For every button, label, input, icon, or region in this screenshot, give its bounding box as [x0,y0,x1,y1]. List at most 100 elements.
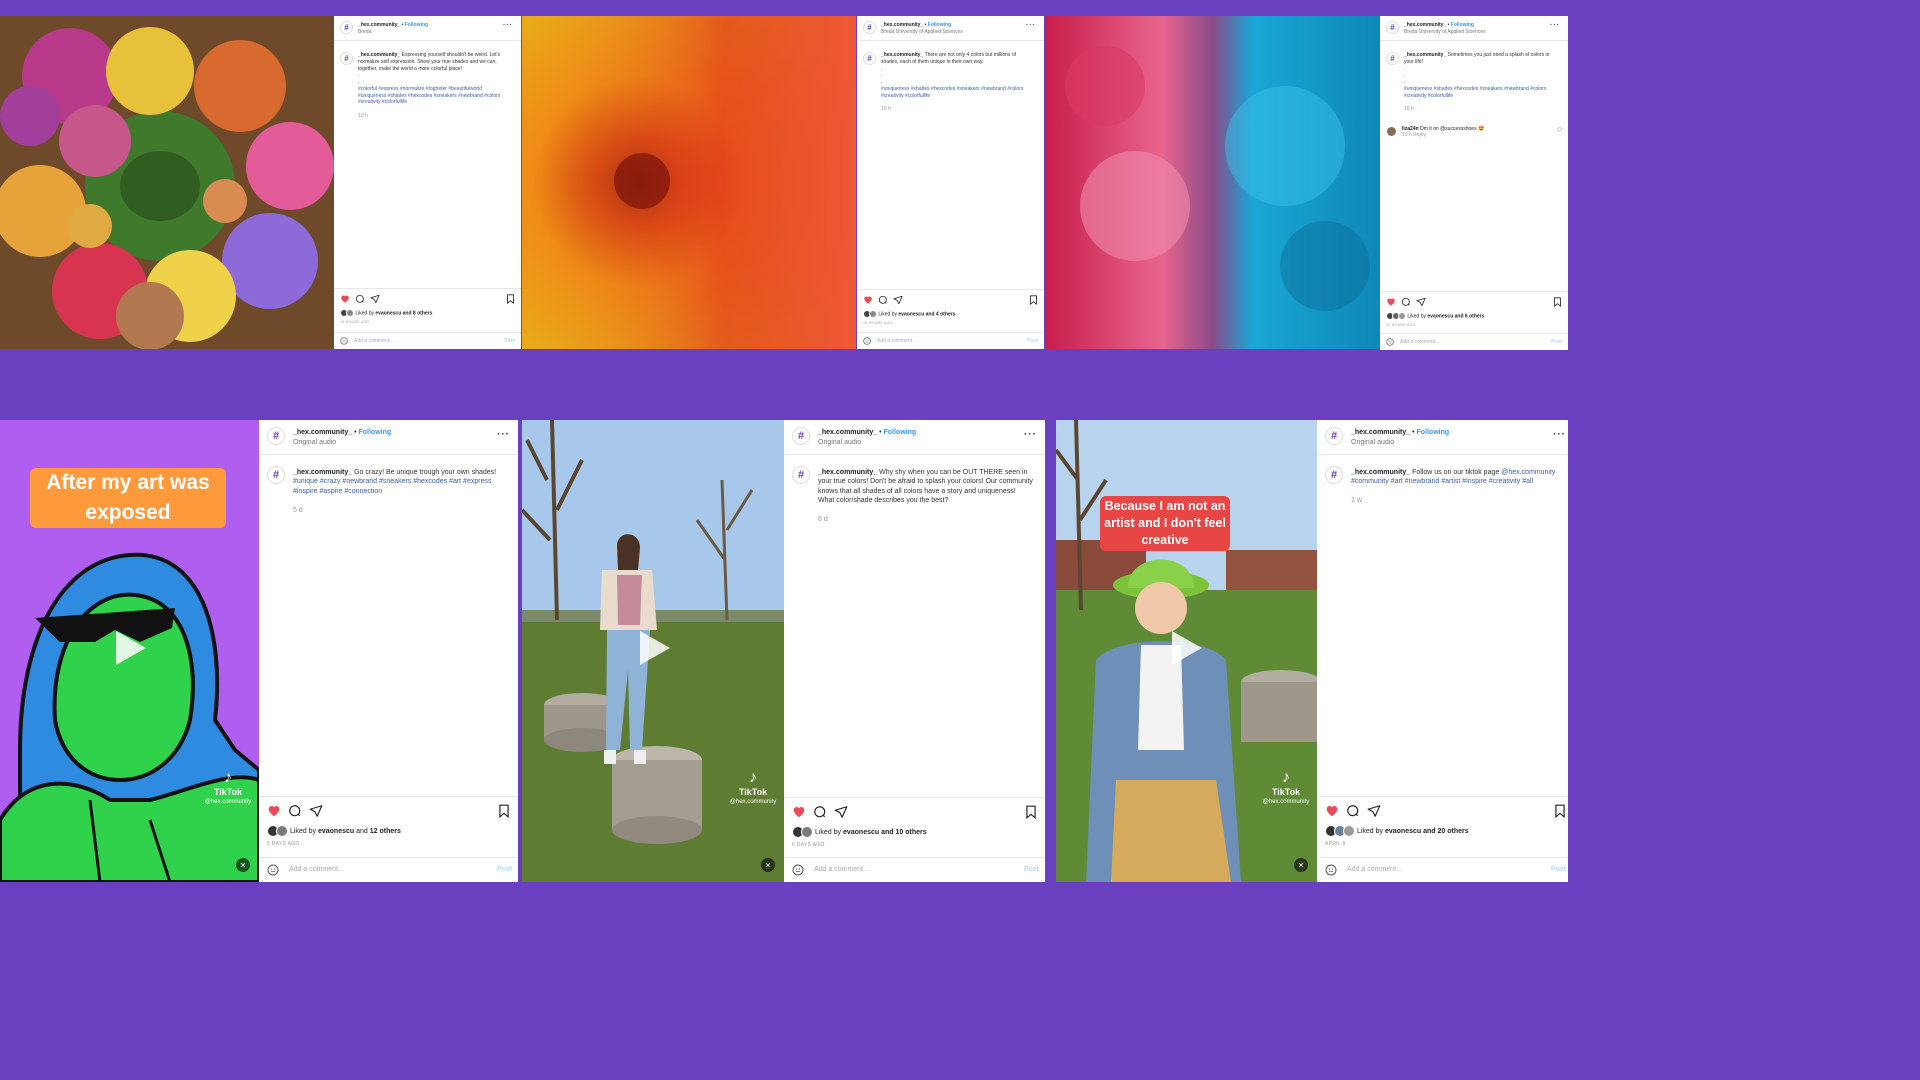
mute-icon[interactable]: ✕ [1294,858,1308,872]
comment-icon[interactable] [288,804,302,818]
post-location[interactable]: Breda University of Applied Sciences [881,29,963,35]
following-button[interactable]: Following [928,22,951,28]
bookmark-icon[interactable] [506,294,515,304]
bookmark-icon[interactable] [1554,804,1566,818]
audio-label[interactable]: Original audio [818,439,861,446]
more-options-icon[interactable]: ··· [497,429,510,440]
post-hashtags[interactable]: #uniqueness #shades #hexcodes #sneakers … [881,86,1023,99]
video-art-exposed[interactable]: After my art was exposed ♪ TikTok @hex.c… [0,420,259,882]
brand-avatar[interactable]: # [1325,427,1343,445]
heart-icon[interactable] [1386,297,1396,307]
post-username[interactable]: _hex.community_ [881,22,923,28]
brand-avatar[interactable]: # [340,21,353,34]
emoji-icon[interactable] [863,337,871,345]
post-username[interactable]: _hex.community_ [1404,22,1446,28]
post-comment-button[interactable]: Post [1027,338,1038,344]
reply-link[interactable]: Reply [1413,132,1426,138]
audio-label[interactable]: Original audio [1351,439,1394,446]
likes-summary[interactable]: Liked by evaonescu and 6 others [1386,312,1484,320]
post-hashtags[interactable]: #colorful #express #normalize #togheter … [358,86,500,106]
post-username[interactable]: _hex.community_ [358,22,400,28]
following-button[interactable]: Following [405,22,428,28]
likes-summary[interactable]: Liked by evaonescu and 4 others [863,310,955,318]
share-icon[interactable] [893,295,903,305]
post-comment-button[interactable]: Post [504,338,515,344]
comment-bar: Add a comment... Post [259,857,518,882]
post-hashtags[interactable]: #uniqueness #shades #hexcodes #sneakers … [1404,86,1546,99]
emoji-icon[interactable] [340,337,348,345]
likes-summary[interactable]: Liked by evaonescu and 20 others [1325,825,1469,837]
bookmark-icon[interactable] [498,804,510,818]
post-username[interactable]: _hex.community_ [1351,429,1410,436]
following-button[interactable]: Following [358,429,391,436]
share-icon[interactable] [1416,297,1426,307]
more-options-icon[interactable]: ··· [1026,22,1036,29]
emoji-icon[interactable] [1386,338,1394,346]
post-comment-button[interactable]: Post [1024,866,1039,873]
comment-input[interactable]: Add a comment... [1347,866,1402,873]
comment-input[interactable]: Add a comment... [354,338,393,344]
likes-summary[interactable]: Liked by evaonescu and 8 others [340,309,432,317]
post-image-pink-blue-powder[interactable] [1045,16,1380,349]
bookmark-icon[interactable] [1029,295,1038,305]
tiktok-link[interactable]: @hex.community [1501,469,1555,476]
emoji-icon[interactable] [792,864,804,876]
mute-icon[interactable]: ✕ [236,858,250,872]
play-icon[interactable] [640,631,670,665]
brand-avatar[interactable]: # [1386,21,1399,34]
post-hashtags[interactable]: #community #art #newbrand #artist #inspi… [1351,478,1533,485]
share-icon[interactable] [1367,804,1381,818]
heart-icon[interactable] [1325,804,1339,818]
brand-avatar[interactable]: # [863,21,876,34]
comment-icon[interactable] [355,294,365,304]
following-button[interactable]: Following [1451,22,1474,28]
brand-avatar[interactable]: # [792,427,810,445]
more-options-icon[interactable]: ··· [503,22,513,29]
comment-input[interactable]: Add a comment... [1400,339,1439,345]
share-icon[interactable] [370,294,380,304]
post-username[interactable]: _hex.community_ [818,429,877,436]
post-image-holi-friends[interactable] [0,16,334,349]
post-comment-button[interactable]: Post [497,866,512,873]
post-location[interactable]: Breda [358,29,371,35]
post-image-orange-red-powder[interactable] [522,16,856,349]
play-icon[interactable] [116,631,146,665]
more-options-icon[interactable]: ··· [1024,429,1037,440]
likes-summary[interactable]: Liked by evaonescu and 12 others [267,825,401,837]
audio-label[interactable]: Original audio [293,439,336,446]
following-button[interactable]: Following [1416,429,1449,436]
comment-input[interactable]: Add a comment... [814,866,869,873]
commenter-avatar[interactable] [1386,126,1397,137]
more-options-icon[interactable]: ··· [1553,429,1566,440]
heart-icon[interactable] [340,294,350,304]
bookmark-icon[interactable] [1025,805,1037,819]
post-comment-button[interactable]: Post [1551,339,1562,345]
heart-icon[interactable] [267,804,281,818]
comment-like-icon[interactable] [1557,127,1562,132]
more-options-icon[interactable]: ··· [1550,22,1560,29]
comment-input[interactable]: Add a comment... [877,338,916,344]
share-icon[interactable] [309,804,323,818]
comment-icon[interactable] [813,805,827,819]
emoji-icon[interactable] [267,864,279,876]
share-icon[interactable] [834,805,848,819]
post-location[interactable]: Breda University of Applied Sciences [1404,29,1486,35]
following-button[interactable]: Following [883,429,916,436]
comment-input[interactable]: Add a comment... [289,866,344,873]
heart-icon[interactable] [792,805,806,819]
mute-icon[interactable]: ✕ [761,858,775,872]
emoji-icon[interactable] [1325,864,1337,876]
likes-summary[interactable]: Liked by evaonescu and 10 others [792,826,927,838]
post-hashtags[interactable]: #unique #crazy #newbrand #sneakers #hexc… [293,478,491,494]
post-username[interactable]: _hex.community_ [293,429,352,436]
play-icon[interactable] [1172,631,1202,665]
bookmark-icon[interactable] [1553,297,1562,307]
comment-icon[interactable] [1346,804,1360,818]
comment-icon[interactable] [1401,297,1411,307]
video-person-bucket-hat[interactable]: Because I am not an artist and I don't f… [1056,420,1317,882]
comment-icon[interactable] [878,295,888,305]
post-comment-button[interactable]: Post [1551,866,1566,873]
video-woman-park[interactable]: ♪ TikTok @hex.community ✕ [522,420,784,882]
heart-icon[interactable] [863,295,873,305]
brand-avatar[interactable]: # [267,427,285,445]
